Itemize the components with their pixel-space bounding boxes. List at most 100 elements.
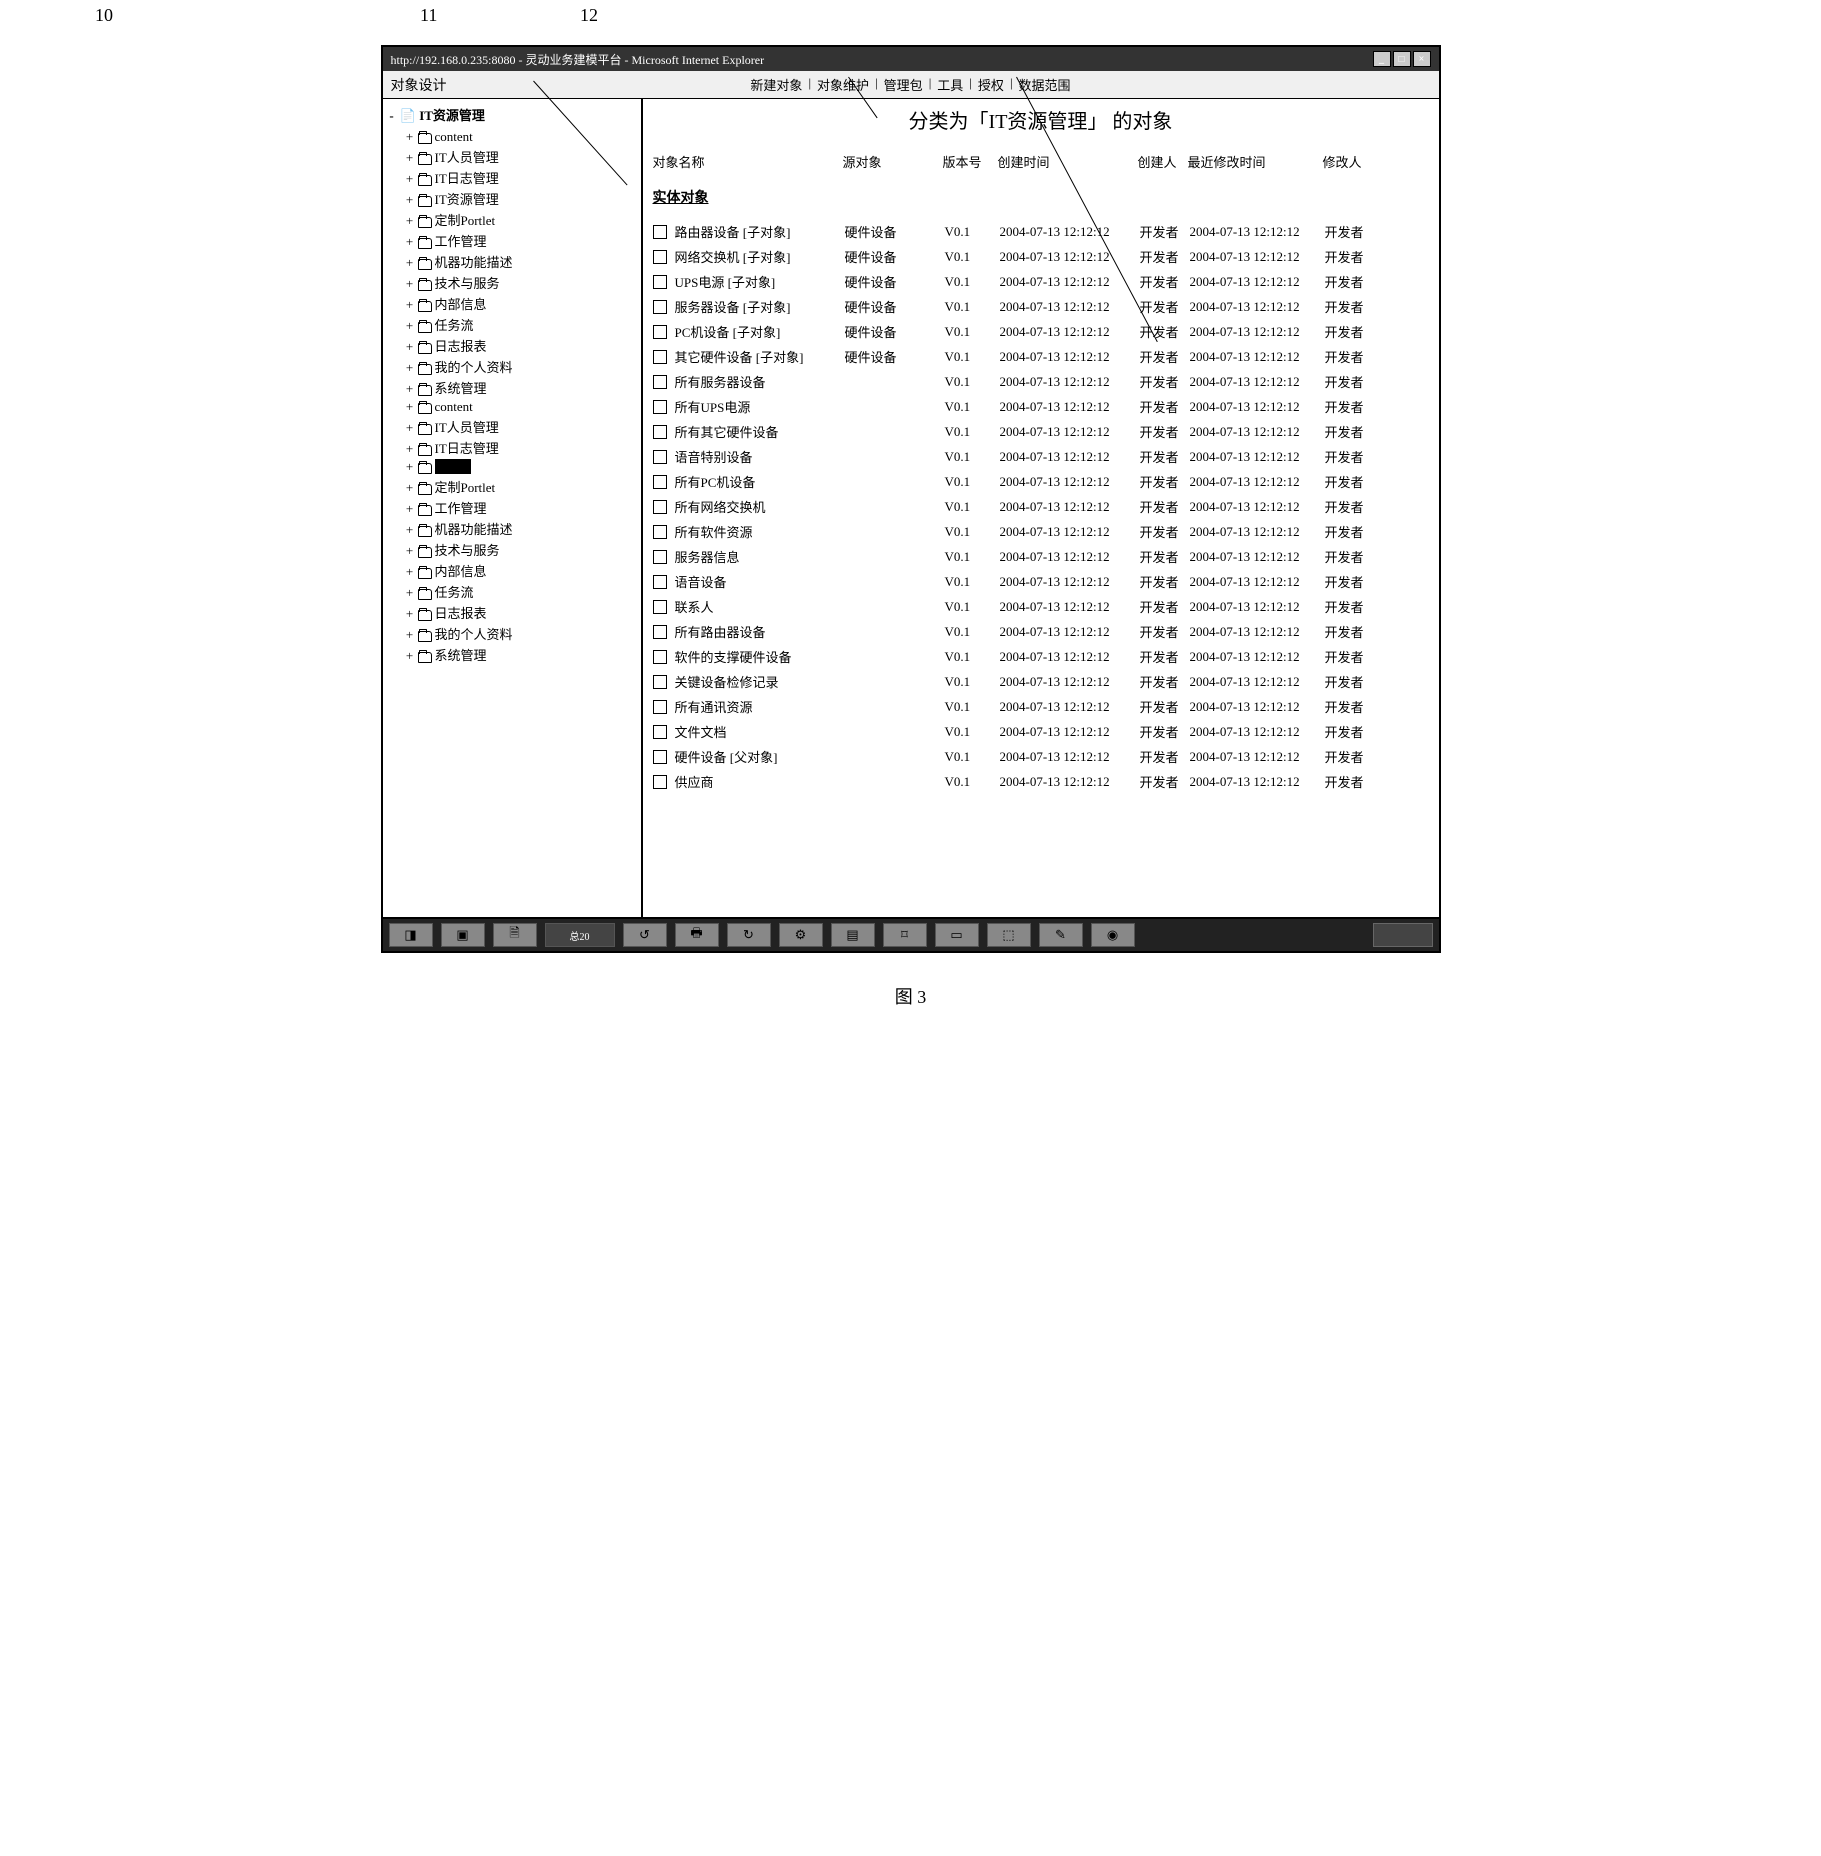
tree-item[interactable]: +系统管理 <box>387 377 637 398</box>
expand-icon[interactable]: + <box>405 585 415 601</box>
menu-package[interactable]: 管理包 <box>884 75 923 94</box>
tree-item[interactable]: +定制Portlet <box>387 476 637 497</box>
tree-item[interactable]: +机器功能描述 <box>387 251 637 272</box>
expand-icon[interactable]: + <box>405 606 415 622</box>
tree-item[interactable]: +content <box>387 128 637 146</box>
table-row[interactable]: 关键设备检修记录V0.12004-07-13 12:12:12开发者2004-0… <box>653 669 1429 694</box>
row-checkbox[interactable] <box>653 725 667 739</box>
close-button[interactable]: × <box>1413 51 1431 67</box>
tree-item[interactable]: +定制Portlet <box>387 209 637 230</box>
expand-icon[interactable]: + <box>405 459 415 475</box>
row-checkbox[interactable] <box>653 225 667 239</box>
taskbar-app-1[interactable]: ▣ <box>441 923 485 947</box>
row-checkbox[interactable] <box>653 750 667 764</box>
tree-item[interactable]: +内部信息 <box>387 293 637 314</box>
taskbar-app-6[interactable]: ⚙ <box>779 923 823 947</box>
taskbar-app-10[interactable]: ⬚ <box>987 923 1031 947</box>
tree-item[interactable]: +IT资源管理 <box>387 188 637 209</box>
row-checkbox[interactable] <box>653 775 667 789</box>
tree-item[interactable]: +任务流 <box>387 581 637 602</box>
table-row[interactable]: 所有UPS电源V0.12004-07-13 12:12:12开发者2004-07… <box>653 394 1429 419</box>
menu-maintain-object[interactable]: 对象维护 <box>817 75 869 94</box>
taskbar-app-3[interactable]: ↺ <box>623 923 667 947</box>
tree-item[interactable]: +内部信息 <box>387 560 637 581</box>
tree-item[interactable]: +日志报表 <box>387 602 637 623</box>
taskbar-app-4[interactable]: 🖶 <box>675 923 719 947</box>
menu-data-scope[interactable]: 数据范围 <box>1019 75 1071 94</box>
taskbar-app-12[interactable]: ◉ <box>1091 923 1135 947</box>
table-row[interactable]: 网络交换机 [子对象]硬件设备V0.12004-07-13 12:12:12开发… <box>653 244 1429 269</box>
tree-item[interactable]: +工作管理 <box>387 497 637 518</box>
expand-icon[interactable]: + <box>405 276 415 292</box>
row-checkbox[interactable] <box>653 250 667 264</box>
tree-item[interactable]: +content <box>387 398 637 416</box>
collapse-icon[interactable]: - <box>387 108 397 124</box>
taskbar-app-7[interactable]: ▤ <box>831 923 875 947</box>
taskbar-app-11[interactable]: ✎ <box>1039 923 1083 947</box>
table-row[interactable]: 所有软件资源V0.12004-07-13 12:12:12开发者2004-07-… <box>653 519 1429 544</box>
tree-item[interactable]: +技术与服务 <box>387 272 637 293</box>
row-checkbox[interactable] <box>653 300 667 314</box>
table-row[interactable]: 文件文档V0.12004-07-13 12:12:12开发者2004-07-13… <box>653 719 1429 744</box>
taskbar-tray[interactable] <box>1373 923 1433 947</box>
taskbar-app-2[interactable]: 🗎 <box>493 923 537 947</box>
table-row[interactable]: 语音特别设备V0.12004-07-13 12:12:12开发者2004-07-… <box>653 444 1429 469</box>
expand-icon[interactable]: + <box>405 543 415 559</box>
expand-icon[interactable]: + <box>405 522 415 538</box>
row-checkbox[interactable] <box>653 275 667 289</box>
menu-new-object[interactable]: 新建对象 <box>750 75 802 94</box>
row-checkbox[interactable] <box>653 325 667 339</box>
row-checkbox[interactable] <box>653 400 667 414</box>
table-row[interactable]: 供应商V0.12004-07-13 12:12:12开发者2004-07-13 … <box>653 769 1429 794</box>
row-checkbox[interactable] <box>653 450 667 464</box>
row-checkbox[interactable] <box>653 475 667 489</box>
row-checkbox[interactable] <box>653 350 667 364</box>
tree-item[interactable]: +系统管理 <box>387 644 637 665</box>
expand-icon[interactable]: + <box>405 480 415 496</box>
expand-icon[interactable]: + <box>405 255 415 271</box>
tree-item[interactable]: +任务流 <box>387 314 637 335</box>
tree-item[interactable]: +日志报表 <box>387 335 637 356</box>
expand-icon[interactable]: + <box>405 420 415 436</box>
expand-icon[interactable]: + <box>405 399 415 415</box>
table-row[interactable]: 服务器信息V0.12004-07-13 12:12:12开发者2004-07-1… <box>653 544 1429 569</box>
table-row[interactable]: 所有服务器设备V0.12004-07-13 12:12:12开发者2004-07… <box>653 369 1429 394</box>
table-row[interactable]: 硬件设备 [父对象]V0.12004-07-13 12:12:12开发者2004… <box>653 744 1429 769</box>
taskbar-app-9[interactable]: ▭ <box>935 923 979 947</box>
expand-icon[interactable]: + <box>405 297 415 313</box>
minimize-button[interactable]: _ <box>1373 51 1391 67</box>
tree-item[interactable]: +IT日志管理 <box>387 167 637 188</box>
expand-icon[interactable]: + <box>405 441 415 457</box>
row-checkbox[interactable] <box>653 675 667 689</box>
row-checkbox[interactable] <box>653 625 667 639</box>
tree-item[interactable]: +技术与服务 <box>387 539 637 560</box>
row-checkbox[interactable] <box>653 650 667 664</box>
tree-item[interactable]: +IT人员管理 <box>387 416 637 437</box>
expand-icon[interactable]: + <box>405 171 415 187</box>
tree-item[interactable]: +工作管理 <box>387 230 637 251</box>
taskbar-start[interactable]: ◨ <box>389 923 433 947</box>
expand-icon[interactable]: + <box>405 360 415 376</box>
table-row[interactable]: 所有通讯资源V0.12004-07-13 12:12:12开发者2004-07-… <box>653 694 1429 719</box>
expand-icon[interactable]: + <box>405 318 415 334</box>
expand-icon[interactable]: + <box>405 213 415 229</box>
expand-icon[interactable]: + <box>405 648 415 664</box>
expand-icon[interactable]: + <box>405 501 415 517</box>
expand-icon[interactable]: + <box>405 129 415 145</box>
tree-item[interactable]: +IT日志管理 <box>387 437 637 458</box>
taskbar-app-5[interactable]: ↻ <box>727 923 771 947</box>
row-checkbox[interactable] <box>653 525 667 539</box>
maximize-button[interactable]: □ <box>1393 51 1411 67</box>
row-checkbox[interactable] <box>653 375 667 389</box>
row-checkbox[interactable] <box>653 500 667 514</box>
table-row[interactable]: 所有网络交换机V0.12004-07-13 12:12:12开发者2004-07… <box>653 494 1429 519</box>
table-row[interactable]: 服务器设备 [子对象]硬件设备V0.12004-07-13 12:12:12开发… <box>653 294 1429 319</box>
taskbar-app-8[interactable]: ⌑ <box>883 923 927 947</box>
tree-item[interactable]: +我的个人资料 <box>387 356 637 377</box>
row-checkbox[interactable] <box>653 700 667 714</box>
expand-icon[interactable]: + <box>405 192 415 208</box>
table-row[interactable]: 所有路由器设备V0.12004-07-13 12:12:12开发者2004-07… <box>653 619 1429 644</box>
tree-item[interactable]: +IT人员管理 <box>387 146 637 167</box>
row-checkbox[interactable] <box>653 600 667 614</box>
table-row[interactable]: 联系人V0.12004-07-13 12:12:12开发者2004-07-13 … <box>653 594 1429 619</box>
